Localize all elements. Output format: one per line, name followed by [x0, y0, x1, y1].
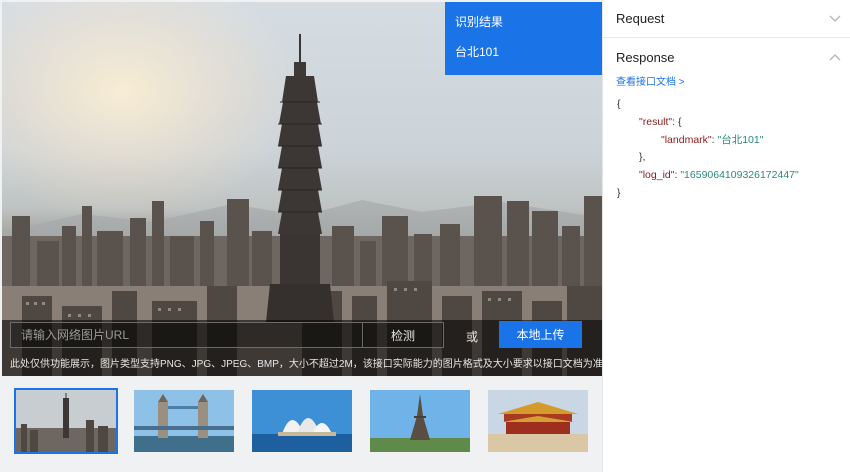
thumbnail-tower-bridge[interactable] [132, 388, 236, 454]
result-title: 识别结果 [455, 15, 504, 29]
json-value-log-id: "1659064109326172447" [680, 169, 799, 182]
request-section-header[interactable]: Request [603, 0, 850, 38]
json-key-result: "result" [639, 115, 673, 128]
api-doc-link[interactable]: 查看接口文档 > [616, 76, 850, 90]
json-result-line: "result": { [617, 114, 850, 132]
response-label: Response [616, 49, 675, 65]
input-bar: 检测 或 本地上传 此处仅供功能展示，图片类型支持PNG、JPG、JPEG、BM… [2, 320, 602, 376]
chevron-up-icon[interactable] [828, 50, 842, 64]
json-key-landmark: "landmark" [661, 133, 712, 146]
json-key-log-id: "log_id" [639, 169, 675, 182]
url-input[interactable] [10, 322, 364, 348]
thumbnail-taipei-101[interactable] [14, 388, 118, 454]
json-result-open: : { [672, 115, 682, 128]
thumbnail-strip [14, 388, 590, 454]
thumbnail-eiffel-tower[interactable] [368, 388, 472, 454]
thumbnail-sydney-opera-house[interactable] [250, 388, 354, 454]
api-panel: Request Response 查看接口文档 > { "result": { … [602, 0, 850, 472]
preview-image: 识别结果 台北101 检测 或 本地上传 此处仅供功能展示，图片类型支持PNG、… [2, 2, 602, 376]
format-hint: 此处仅供功能展示，图片类型支持PNG、JPG、JPEG、BMP，大小不超过2M，… [10, 359, 602, 370]
json-value-landmark: "台北101" [717, 133, 764, 146]
result-value: 台北101 [455, 45, 500, 59]
demo-area: 识别结果 台北101 检测 或 本地上传 此处仅供功能展示，图片类型支持PNG、… [0, 0, 602, 472]
or-label: 或 [466, 330, 479, 344]
chevron-down-icon[interactable] [828, 12, 842, 26]
json-logid-line: "log_id": "1659064109326172447" [617, 167, 850, 185]
thumbnail-forbidden-city[interactable] [486, 388, 590, 454]
json-landmark-line: "landmark": "台北101" [617, 132, 850, 150]
response-section-header[interactable]: Response [603, 38, 850, 76]
response-json: { "result": { "landmark": "台北101" }, "lo… [617, 96, 850, 203]
result-panel: 识别结果 台北101 [445, 2, 602, 75]
detect-button[interactable]: 检测 [362, 322, 444, 348]
upload-button[interactable]: 本地上传 [499, 321, 582, 348]
json-inner-close: }, [639, 151, 646, 164]
json-open-brace: { [617, 98, 621, 110]
json-close-brace: } [617, 186, 621, 199]
request-label: Request [616, 11, 665, 26]
